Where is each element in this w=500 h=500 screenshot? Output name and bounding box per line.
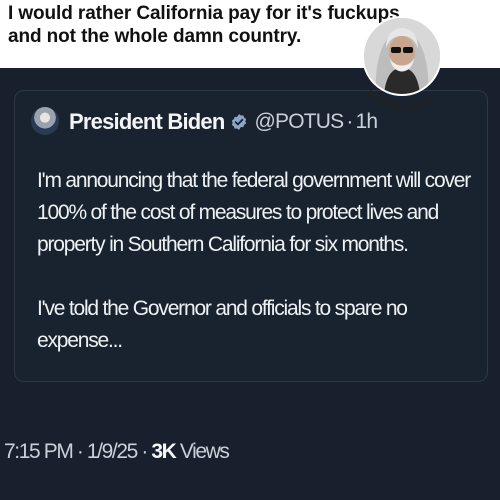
tweet-screenshot: President Biden @POTUS · 1h I'm announci… — [0, 68, 500, 500]
tweet-card-inner: President Biden @POTUS · 1h I'm announci… — [14, 90, 488, 382]
handle-separator: · — [346, 110, 353, 133]
tweet-meta: 7:15 PM · 1/9/25 · 3K Views — [4, 440, 230, 464]
tweet-body: I'm announcing that the federal governme… — [37, 165, 487, 357]
meta-separator-1: · — [76, 440, 84, 463]
tweet-paragraph-2: I've told the Governor and officials to … — [37, 297, 408, 352]
author-avatar[interactable] — [31, 107, 59, 135]
tweet-timestamp-time[interactable]: 7:15 PM — [4, 440, 74, 463]
tweet-timestamp-date[interactable]: 1/9/25 — [87, 440, 138, 463]
views-count: 3K — [151, 440, 176, 463]
tweet-paragraph-1: I'm announcing that the federal governme… — [37, 169, 471, 256]
watermark-signature: Michael L Clark — [354, 84, 454, 124]
svg-text:Michael L Clark: Michael L Clark — [365, 89, 437, 113]
author-handle[interactable]: @POTUS — [254, 110, 344, 134]
verified-badge-icon — [230, 113, 248, 131]
meta-separator-2: · — [141, 440, 148, 463]
views-label: Views — [179, 440, 230, 463]
author-line: President Biden @POTUS · 1h — [69, 107, 378, 137]
watermark-label-text: Michael L Clark — [365, 89, 437, 113]
author-name[interactable]: President Biden — [69, 109, 225, 135]
